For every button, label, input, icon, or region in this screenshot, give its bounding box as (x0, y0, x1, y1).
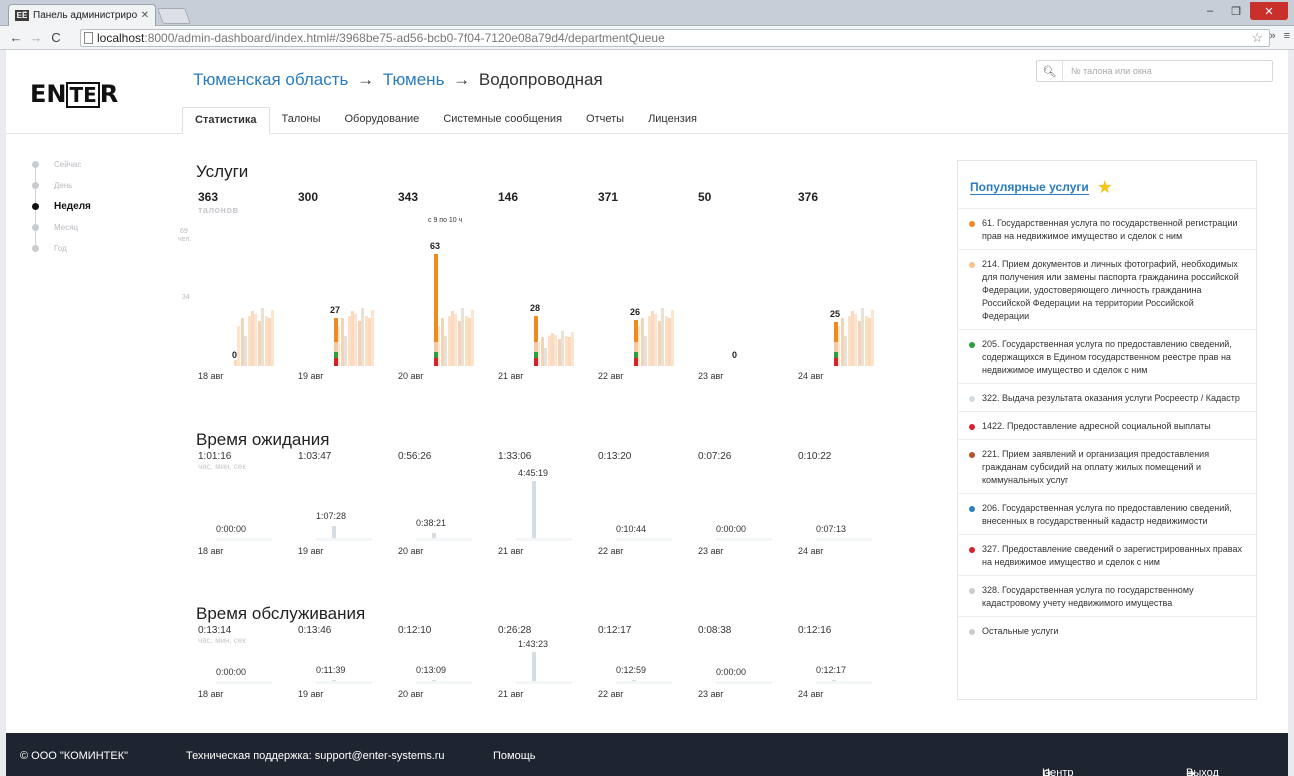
popular-service-label: 221. Прием заявлений и организация предо… (982, 449, 1210, 485)
base-strip (316, 681, 372, 684)
service-color-dot (969, 342, 975, 348)
day-date: 18 авг (198, 689, 224, 699)
search-box[interactable]: 🔍︎ № талона или окна (1036, 60, 1273, 82)
day-avg-time: 0:13:46 (298, 625, 332, 636)
max-time-label: 1:43:23 (518, 639, 549, 649)
popular-services-title[interactable]: Популярные услуги (970, 180, 1089, 195)
popular-service-item[interactable]: 206. Государственная услуга по предостав… (958, 493, 1256, 534)
base-strip (816, 681, 872, 684)
bookmark-star-icon[interactable]: ☆ (1251, 30, 1263, 46)
settings-center-label: Центр настройки (1042, 767, 1074, 776)
popular-service-item[interactable]: 328. Государственная услуга по государст… (958, 575, 1256, 616)
service-color-dot (969, 588, 975, 594)
popular-service-label: 328. Государственная услуга по государст… (982, 585, 1194, 608)
favicon-icon: ЕЁ (15, 10, 29, 21)
service-time-chart: час, мин, сек 0:13:14 18 авг 0:00:00 0:13:46… (6, 50, 946, 733)
max-time-label: 0:12:59 (616, 665, 647, 676)
search-placeholder: № талона или окна (1071, 66, 1152, 76)
base-strip (416, 681, 472, 684)
maximize-icon[interactable]: ❐ (1224, 2, 1248, 20)
popular-service-label: 214. Прием документов и личных фотографи… (982, 259, 1239, 321)
popular-service-label: 327. Предоставление сведений о зарегистр… (982, 544, 1242, 567)
day-avg-time: 0:12:10 (398, 625, 432, 636)
max-time-label: 0:13:09 (416, 664, 447, 675)
service-color-dot (969, 452, 975, 458)
day-date: 24 авг (798, 689, 824, 699)
footer-company: © ООО "КОМИНТЕК" (20, 750, 129, 762)
back-icon[interactable]: ← (6, 30, 26, 45)
base-strip (616, 681, 672, 684)
browser-tab-title: Панель администрирова (33, 10, 137, 21)
browser-toolbar: ← → C localhost:8000/admin-dashboard/ind… (0, 26, 1294, 50)
popular-service-item[interactable]: 1422. Предоставление адресной социальной… (958, 411, 1256, 439)
max-time-label: 0:12:17 (816, 665, 847, 676)
browser-tab[interactable]: ЕЁ Панель администрирова ✕ (8, 4, 156, 26)
extensions-icon[interactable]: » (1269, 30, 1275, 42)
service-color-dot (969, 629, 975, 635)
base-strip (516, 681, 572, 684)
close-tab-icon[interactable]: ✕ (141, 10, 149, 21)
popular-service-item[interactable]: 322. Выдача результата оказания услуги Р… (958, 383, 1256, 411)
service-color-dot (969, 221, 975, 227)
logout-label: Выход (1186, 767, 1219, 776)
day-date: 20 авг (398, 689, 424, 699)
popular-service-label: 206. Государственная услуга по предостав… (982, 503, 1232, 526)
day-date: 22 авг (598, 689, 624, 699)
day-date: 21 авг (498, 689, 524, 699)
page: EN TE R Тюменская область → Тюмень → Водоп… (6, 50, 1288, 733)
star-icon: ★ (1096, 177, 1113, 197)
popular-service-label: 205. Государственная услуга по предостав… (982, 339, 1232, 375)
day-avg-time: 0:12:16 (798, 625, 832, 636)
max-time-bar (532, 652, 536, 684)
service-color-dot (969, 262, 975, 268)
day-avg-time: 0:13:14 (198, 625, 232, 636)
window-controls: – ❐ ✕ (1198, 2, 1288, 20)
max-time-label: 0:11:39 (316, 665, 346, 676)
popular-services-panel: Популярные услуги ★ 61. Государственная … (957, 160, 1257, 700)
new-tab-button[interactable] (157, 8, 191, 24)
popular-service-label: 1422. Предоставление адресной социальной… (982, 421, 1211, 431)
max-time-label: 0:00:00 (216, 667, 247, 677)
address-bar[interactable]: localhost:8000/admin-dashboard/index.htm… (80, 29, 1270, 47)
max-time-label: 0:00:00 (716, 667, 747, 677)
base-strip (216, 681, 272, 684)
service-color-dot (969, 424, 975, 430)
forward-icon[interactable]: → (26, 30, 46, 45)
popular-service-item[interactable]: Остальные услуги (958, 616, 1256, 644)
day-date: 23 авг (698, 689, 724, 699)
close-window-icon[interactable]: ✕ (1250, 2, 1288, 20)
day-avg-time: 0:12:17 (598, 625, 632, 636)
service-time-unit-label: час, мин, сек (198, 636, 246, 645)
menu-icon[interactable]: ≡ (1284, 30, 1290, 42)
browser-tabstrip: ЕЁ Панель администрирова ✕ – ❐ ✕ (0, 0, 1294, 26)
popular-service-item[interactable]: 61. Государственная услуга по государств… (958, 208, 1256, 249)
popular-service-label: 322. Выдача результата оказания услуги Р… (982, 393, 1240, 403)
page-icon (84, 32, 93, 44)
popular-service-label: 61. Государственная услуга по государств… (982, 218, 1238, 241)
service-color-dot (969, 547, 975, 553)
day-avg-time: 0:08:38 (698, 625, 732, 636)
minimize-icon[interactable]: – (1198, 2, 1222, 20)
popular-service-item[interactable]: 214. Прием документов и личных фотографи… (958, 249, 1256, 329)
popular-service-item[interactable]: 205. Государственная услуга по предостав… (958, 329, 1256, 383)
footer-help-link[interactable]: Помощь (493, 750, 536, 762)
browser-menu: » ≡ (1269, 30, 1290, 42)
service-color-dot (969, 396, 975, 402)
popular-service-item[interactable]: 221. Прием заявлений и организация предо… (958, 439, 1256, 493)
footer: © ООО "КОМИНТЕК" Техническая поддержка: … (6, 733, 1288, 776)
url-host: localhost (97, 31, 145, 45)
popular-service-label: Остальные услуги (982, 626, 1059, 636)
popular-services-list: 61. Государственная услуга по государств… (958, 208, 1256, 644)
search-icon[interactable]: 🔍︎ (1037, 61, 1063, 81)
base-strip (716, 681, 772, 684)
popular-service-item[interactable]: 327. Предоставление сведений о зарегистр… (958, 534, 1256, 575)
day-avg-time: 0:26:28 (498, 625, 532, 636)
footer-support[interactable]: Техническая поддержка: support@enter-sys… (186, 750, 445, 762)
day-date: 19 авг (298, 689, 324, 699)
url-path: :8000/admin-dashboard/index.html#/3968be… (144, 31, 665, 45)
service-color-dot (969, 506, 975, 512)
reload-icon[interactable]: C (46, 30, 66, 45)
